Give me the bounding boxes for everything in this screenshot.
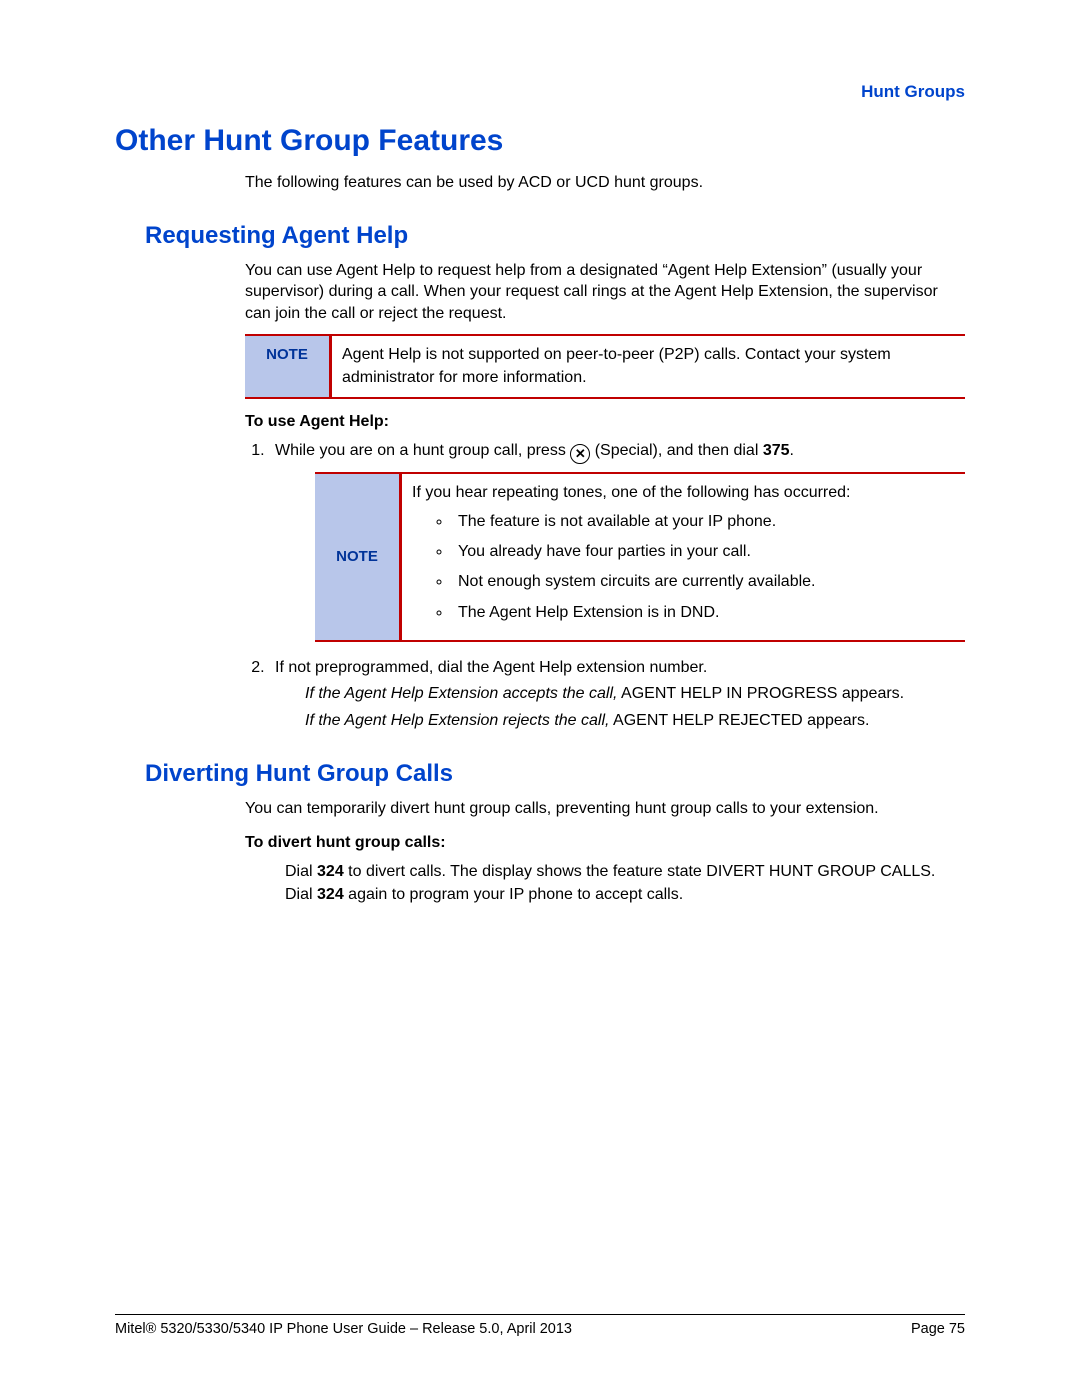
bullet-item: Not enough system circuits are currently… [452, 571, 955, 593]
note-box-1: NOTE Agent Help is not supported on peer… [245, 334, 965, 399]
divert-instruction: Dial 324 to divert calls. The display sh… [285, 860, 965, 906]
procedure-lead-2: To divert hunt group calls: [245, 834, 965, 852]
outcome-accept: If the Agent Help Extension accepts the … [305, 683, 965, 705]
bullet-item: You already have four parties in your ca… [452, 541, 955, 563]
section-heading-diverting: Diverting Hunt Group Calls [145, 760, 965, 788]
note-box-2: NOTE If you hear repeating tones, one of… [315, 472, 965, 642]
special-key-icon: ✕ [570, 444, 590, 464]
note-label: NOTE [315, 473, 401, 641]
step-2: If not preprogrammed, dial the Agent Hel… [269, 656, 965, 732]
page-title: Other Hunt Group Features [115, 124, 965, 158]
section-heading-requesting: Requesting Agent Help [145, 222, 965, 250]
bullet-item: The feature is not available at your IP … [452, 511, 955, 533]
page-footer: Mitel® 5320/5330/5340 IP Phone User Guid… [115, 1314, 965, 1337]
procedure-list-1: While you are on a hunt group call, pres… [269, 439, 965, 732]
section1-paragraph: You can use Agent Help to request help f… [245, 260, 965, 325]
document-page: Hunt Groups Other Hunt Group Features Th… [0, 0, 1080, 1397]
section2-paragraph: You can temporarily divert hunt group ca… [245, 798, 965, 820]
bullet-item: The Agent Help Extension is in DND. [452, 602, 955, 624]
footer-right: Page 75 [911, 1321, 965, 1337]
note-body: Agent Help is not supported on peer-to-p… [331, 335, 966, 398]
note-body: If you hear repeating tones, one of the … [401, 473, 966, 641]
note-label: NOTE [245, 335, 331, 398]
procedure-lead-1: To use Agent Help: [245, 413, 965, 431]
step-1: While you are on a hunt group call, pres… [269, 439, 965, 642]
running-header: Hunt Groups [115, 82, 965, 102]
footer-left: Mitel® 5320/5330/5340 IP Phone User Guid… [115, 1321, 572, 1337]
outcome-reject: If the Agent Help Extension rejects the … [305, 710, 965, 732]
note-bullet-list: The feature is not available at your IP … [452, 511, 955, 625]
intro-paragraph: The following features can be used by AC… [245, 172, 965, 194]
